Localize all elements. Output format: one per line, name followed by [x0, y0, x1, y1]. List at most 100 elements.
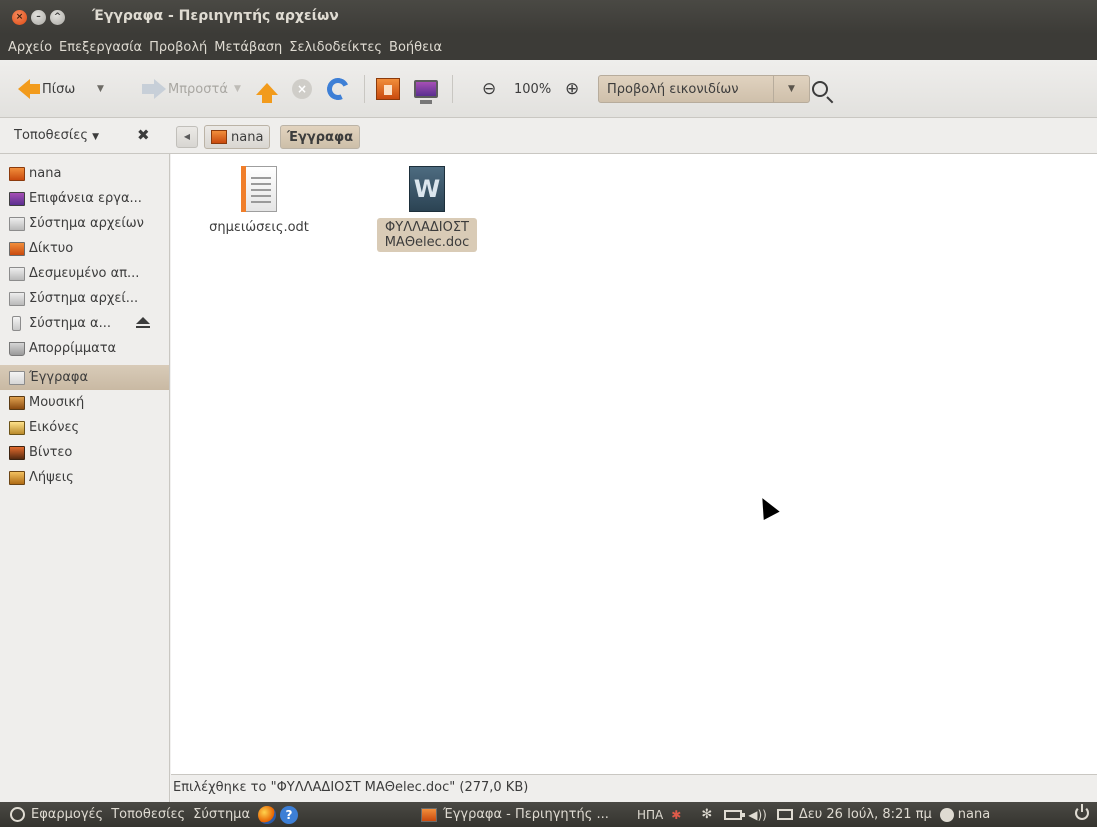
- status-text: Επιλέχθηκε το "ΦΥΛΛΑΔΙΟΣΤ ΜΑΘelec.doc" (…: [173, 780, 529, 795]
- menu-bookmarks[interactable]: Σελιδοδείκτες: [289, 40, 382, 55]
- network-icon[interactable]: ✱: [671, 808, 681, 822]
- maximize-window-icon[interactable]: ^: [50, 10, 65, 25]
- clock[interactable]: Δευ 26 Ιούλ, 8:21 πμ: [799, 807, 932, 822]
- ubuntu-logo-icon: [10, 807, 25, 822]
- volume-icon[interactable]: ◀)): [748, 808, 767, 822]
- downloads-folder-icon: [9, 470, 25, 485]
- user-name[interactable]: nana: [958, 807, 990, 822]
- home-folder-icon: [211, 130, 227, 144]
- zoom-out-icon: ⊖: [482, 79, 497, 99]
- sidebar-item-filesystem-2[interactable]: Σύστημα αρχεί...: [0, 286, 169, 311]
- places-sidebar: nana Επιφάνεια εργα... Σύστημα αρχείων Δ…: [0, 154, 170, 802]
- zoom-in-button[interactable]: ⊕: [565, 60, 579, 118]
- music-folder-icon: [9, 395, 25, 410]
- menu-file[interactable]: Αρχείο: [8, 40, 52, 55]
- menu-bar: Αρχείο Επεξεργασία Προβολή Μετάβαση Σελι…: [0, 34, 1097, 60]
- sidebar-item-downloads[interactable]: Λήψεις: [0, 465, 169, 490]
- home-folder-icon: [9, 166, 25, 181]
- file-item-selected[interactable]: W ΦΥΛΛΑΔΙΟΣΤ ΜΑΘelec.doc: [377, 166, 477, 252]
- sidebar-item-filesystem[interactable]: Σύστημα αρχείων: [0, 211, 169, 236]
- panel-menu-system[interactable]: Σύστημα: [193, 807, 250, 822]
- reload-button[interactable]: [323, 60, 353, 118]
- home-folder-icon: [376, 78, 400, 100]
- forward-history-dropdown[interactable]: ▼: [234, 60, 241, 118]
- zoom-value: 100%: [514, 81, 552, 97]
- stop-button[interactable]: ×: [292, 60, 312, 118]
- sidebar-item-trash[interactable]: Απορρίμματα: [0, 336, 169, 361]
- network-icon: [9, 241, 25, 256]
- taskbar-item-file-manager[interactable]: Έγγραφα - Περιηγητής ...: [421, 802, 609, 827]
- folder-icon: [421, 807, 437, 822]
- chevron-down-icon: ▼: [97, 84, 104, 94]
- sidebar-item-reserved[interactable]: Δεσμευμένο απ...: [0, 261, 169, 286]
- back-label: Πίσω: [42, 81, 76, 97]
- sidebar-item-network[interactable]: Δίκτυο: [0, 236, 169, 261]
- sidebar-item-label: Λήψεις: [29, 470, 74, 485]
- chevron-down-icon: ▼: [234, 84, 241, 94]
- location-bar: Τοποθεσίες ▼ ✖ ◀ nana Έγγραφα: [0, 118, 1097, 154]
- mouse-pointer-icon: [755, 495, 779, 519]
- breadcrumb-home-label: nana: [231, 129, 264, 145]
- sidebar-item-label: Έγγραφα: [29, 370, 89, 385]
- file-view[interactable]: σημειώσεις.odt W ΦΥΛΛΑΔΙΟΣΤ ΜΑΘelec.doc: [171, 154, 1097, 774]
- menu-edit[interactable]: Επεξεργασία: [59, 40, 142, 55]
- help-icon[interactable]: ?: [280, 805, 299, 824]
- battery-icon[interactable]: [724, 809, 746, 820]
- sidebar-item-desktop[interactable]: Επιφάνεια εργα...: [0, 186, 169, 211]
- menu-help[interactable]: Βοήθεια: [389, 40, 442, 55]
- sidebar-item-label: Βίντεο: [29, 445, 73, 460]
- desktop-icon: [9, 191, 25, 206]
- system-tray: ΗΠΑ ✱ ✻ ◀)) Δευ 26 Ιούλ, 8:21 πμ nana: [637, 802, 990, 827]
- search-icon: [812, 81, 828, 97]
- firefox-icon[interactable]: [258, 805, 277, 824]
- breadcrumb-scroll-left[interactable]: ◀: [176, 126, 198, 148]
- bluetooth-icon[interactable]: ✻: [701, 807, 712, 822]
- up-button[interactable]: [256, 60, 278, 118]
- menu-go[interactable]: Μετάβαση: [214, 40, 282, 55]
- sidebar-item-label: Δίκτυο: [29, 241, 74, 256]
- places-label: Τοποθεσίες: [14, 128, 88, 143]
- up-arrow-icon: [256, 83, 278, 103]
- sidebar-item-label: Μουσική: [29, 395, 85, 410]
- forward-arrow-icon: [142, 79, 166, 99]
- keyboard-layout[interactable]: ΗΠΑ: [637, 808, 663, 822]
- back-history-dropdown[interactable]: ▼: [97, 60, 104, 118]
- forward-button[interactable]: Μπροστά: [142, 60, 228, 118]
- close-sidebar-icon[interactable]: ✖: [137, 126, 150, 144]
- sidebar-item-pictures[interactable]: Εικόνες: [0, 415, 169, 440]
- sidebar-item-home[interactable]: nana: [0, 161, 169, 186]
- title-bar[interactable]: × – ^ Έγγραφα - Περιηγητής αρχείων: [0, 0, 1097, 34]
- odt-document-icon: [241, 166, 277, 212]
- view-mode-select[interactable]: Προβολή εικονιδίων ▼: [598, 60, 810, 118]
- menu-view[interactable]: Προβολή: [149, 40, 207, 55]
- breadcrumb-documents[interactable]: Έγγραφα: [280, 125, 361, 149]
- eject-icon[interactable]: [136, 317, 150, 328]
- trash-icon: [9, 341, 25, 356]
- minimize-window-icon[interactable]: –: [31, 10, 46, 25]
- search-button[interactable]: [812, 60, 828, 118]
- window-title: Έγγραφα - Περιηγητής αρχείων: [92, 8, 339, 24]
- zoom-level[interactable]: 100%: [514, 60, 551, 118]
- file-item[interactable]: σημειώσεις.odt: [199, 166, 319, 237]
- power-icon[interactable]: [1075, 804, 1089, 820]
- close-window-icon[interactable]: ×: [12, 10, 27, 25]
- panel-menu-places[interactable]: Τοποθεσίες: [111, 807, 185, 822]
- mail-icon[interactable]: [776, 809, 793, 820]
- places-selector[interactable]: Τοποθεσίες ▼: [14, 128, 99, 143]
- sidebar-item-documents[interactable]: Έγγραφα: [0, 365, 169, 390]
- sidebar-item-videos[interactable]: Βίντεο: [0, 440, 169, 465]
- sidebar-item-music[interactable]: Μουσική: [0, 390, 169, 415]
- reload-icon: [323, 74, 353, 104]
- home-button[interactable]: [376, 60, 400, 118]
- sidebar-item-label: Σύστημα α...: [29, 316, 111, 331]
- panel-menu-applications[interactable]: Εφαρμογές: [31, 807, 103, 822]
- documents-folder-icon: [9, 370, 25, 385]
- sidebar-item-removable[interactable]: Σύστημα α...: [0, 311, 169, 336]
- computer-button[interactable]: [414, 60, 438, 118]
- breadcrumb-home[interactable]: nana: [204, 125, 271, 149]
- sidebar-item-label: nana: [29, 166, 62, 181]
- back-button[interactable]: Πίσω: [18, 60, 75, 118]
- chevron-down-icon: ▼: [92, 132, 100, 142]
- sidebar-item-label: Σύστημα αρχείων: [29, 216, 144, 231]
- zoom-out-button[interactable]: ⊖: [482, 60, 496, 118]
